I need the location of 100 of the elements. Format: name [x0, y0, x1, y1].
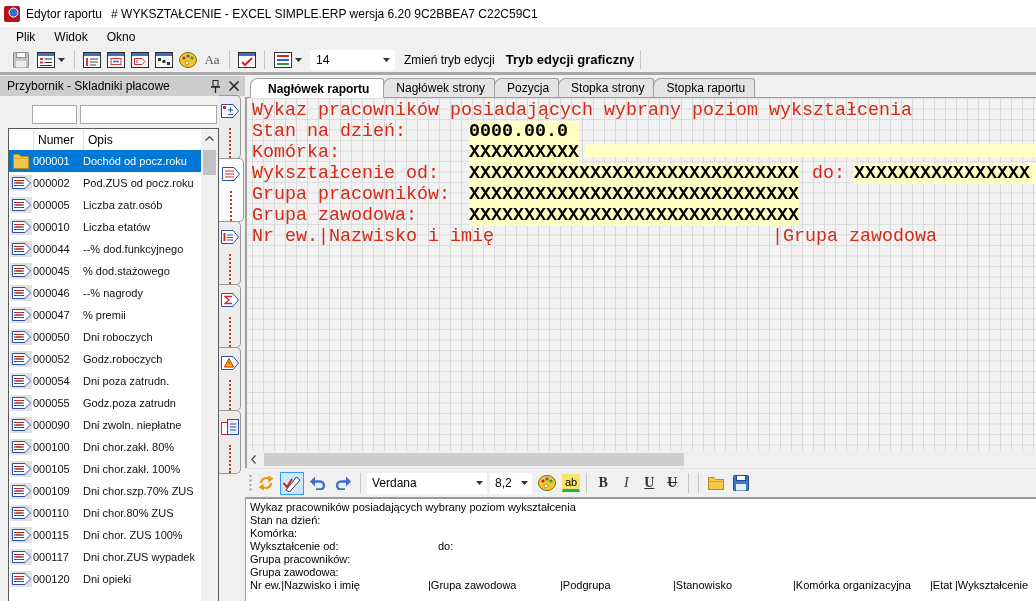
list-row[interactable]: 000055 Godz.poza zatrudn: [9, 392, 201, 414]
report-field: 0000.00.0: [469, 121, 579, 142]
description-cell: Liczba etatów: [83, 221, 151, 233]
section-tab[interactable]: Pozycja: [494, 78, 560, 97]
toolbar-grip[interactable]: [249, 475, 252, 491]
list-row[interactable]: 000044 --% dod.funkcyjnego: [9, 238, 201, 260]
edit-mode-label: Tryb edycji graficzny: [505, 52, 635, 67]
pin-icon[interactable]: [211, 79, 220, 93]
list-row[interactable]: 000046 --% nagrody: [9, 282, 201, 304]
tag-window-icon: [131, 51, 149, 68]
side-tab[interactable]: [219, 95, 241, 159]
highlight-button[interactable]: ab: [562, 474, 581, 492]
chevron-up-icon[interactable]: [205, 135, 214, 141]
field-label: Grupa pracowników:: [252, 184, 450, 205]
number-cell: 000050: [33, 331, 70, 343]
preview-text: |Stanowisko: [673, 579, 733, 592]
description-cell: Dni chor.zakł. 80%: [83, 441, 175, 453]
list-row[interactable]: 000117 Dni chor.ZUS wypadek: [9, 546, 201, 568]
list-row[interactable]: 000110 Dni chor.80% ZUS: [9, 502, 201, 524]
list-row[interactable]: 000100 Dni chor.zakł. 80%: [9, 436, 201, 458]
bold-button[interactable]: B: [593, 471, 614, 495]
preview-text: |Wykształcenie: [955, 579, 1029, 592]
section-tab[interactable]: Stopka raportu: [653, 78, 756, 97]
report-field: XXXXXXXXXX: [469, 142, 579, 163]
list-row[interactable]: 000054 Dni poza zatrudn.: [9, 370, 201, 392]
window-title: Edytor raportu: [26, 6, 103, 21]
lines-tag-icon: [222, 167, 240, 181]
list-row[interactable]: 000120 Dni opieki: [9, 568, 201, 590]
side-tab[interactable]: [219, 347, 241, 411]
number-cell: 000046: [33, 287, 70, 299]
list-row[interactable]: 000105 Dni chor.zakł. 100%: [9, 458, 201, 480]
list-row[interactable]: 000115 Dni chor. ZUS 100%: [9, 524, 201, 546]
font-combo[interactable]: Verdana: [367, 472, 487, 494]
side-tab[interactable]: [219, 284, 241, 348]
section-tab[interactable]: Nagłówek strony: [383, 78, 496, 97]
side-tab[interactable]: [219, 410, 241, 474]
list-row[interactable]: 000001 Dochód od pocz.roku: [9, 150, 201, 172]
undo-icon: [310, 476, 326, 490]
sum-tag-icon: [220, 293, 239, 307]
scrollbar-thumb[interactable]: [264, 453, 684, 466]
filter-field[interactable]: [32, 105, 77, 124]
description-cell: Godz.roboczych: [83, 353, 163, 365]
preview-text: |Etat: [930, 579, 953, 592]
font-size-combo[interactable]: 14: [310, 49, 395, 70]
list-row[interactable]: 000052 Godz.roboczych: [9, 348, 201, 370]
section-tab[interactable]: Nagłówek raportu: [250, 78, 385, 98]
side-tab[interactable]: [219, 158, 244, 222]
font-button[interactable]: Aa: [201, 48, 223, 71]
number-cell: 000054: [33, 375, 70, 387]
caret-icon: [476, 481, 483, 485]
preview-text: Wykształcenie od:: [250, 540, 339, 553]
side-tab[interactable]: [219, 221, 241, 285]
section-tab[interactable]: Stopka strony: [558, 78, 655, 97]
number-cell: 000109: [33, 485, 70, 497]
list-row[interactable]: 000010 Liczba etatów: [9, 216, 201, 238]
list-row[interactable]: 000005 Liczba zatr.osób: [9, 194, 201, 216]
change-mode-button[interactable]: Zmień tryb edycji: [399, 48, 500, 71]
description-cell: Godz.poza zatrudn: [83, 397, 176, 409]
stepped-window-icon: [155, 51, 173, 68]
description-cell: % dod.stażowego: [83, 265, 170, 277]
design-toggle-button[interactable]: [280, 471, 304, 495]
color-lines-icon: [274, 51, 292, 68]
report-field: XXXXXXXXXXXXXXXX: [853, 163, 1036, 184]
font-size-combo[interactable]: 8,2: [490, 472, 532, 494]
field-label: do:: [811, 163, 845, 184]
filter-field[interactable]: [80, 105, 217, 124]
list-row[interactable]: 000045 % dod.stażowego: [9, 260, 201, 282]
field-label: Stan na dzień:: [252, 121, 406, 142]
menu-item[interactable]: Widok: [47, 28, 95, 46]
italic-button[interactable]: I: [616, 471, 637, 495]
preview-text: |Komórka organizacyjna: [793, 579, 911, 592]
menu-item[interactable]: Okno: [99, 28, 143, 46]
scrollbar-thumb[interactable]: [203, 150, 216, 175]
description-cell: --% dod.funkcyjnego: [83, 243, 184, 255]
preview-text: do:: [438, 540, 454, 553]
number-cell: 000052: [33, 353, 70, 365]
list-row[interactable]: 000002 Pod.ZUS od pocz.roku: [9, 172, 201, 194]
text-editor-field[interactable]: [245, 497, 1036, 601]
list-row[interactable]: 000109 Dni chor.szp.70% ZUS: [9, 480, 201, 502]
form-window-icon: [107, 51, 125, 68]
list-row[interactable]: 000047 % premii: [9, 304, 201, 326]
number-cell: 000117: [33, 551, 69, 563]
menu-item[interactable]: Plik: [9, 28, 43, 46]
field-label: Wykształcenie od:: [252, 163, 439, 184]
field-label: Komórka:: [252, 142, 340, 163]
description-cell: Dni chor.ZUS wypadek: [83, 551, 195, 563]
description-cell: Pod.ZUS od pocz.roku: [83, 177, 194, 189]
list-row[interactable]: 000050 Dni roboczych: [9, 326, 201, 348]
description-cell: Dni chor.zakł. 100%: [83, 463, 181, 475]
close-icon[interactable]: [229, 81, 239, 91]
list-row[interactable]: 000090 Dni zwoln. niepłatne: [9, 414, 201, 436]
number-cell: 000115: [33, 529, 69, 541]
chevron-left-icon[interactable]: [251, 455, 256, 464]
palette-icon: [179, 51, 197, 68]
strikethrough-button[interactable]: U: [662, 471, 683, 495]
lines-window-icon: [83, 51, 101, 68]
column-header-label: |Grupa zawodowa: [772, 226, 937, 247]
number-cell: 000001: [33, 155, 70, 167]
underline-button[interactable]: U: [639, 471, 660, 495]
field-label: Grupa zawodowa:: [252, 205, 417, 226]
